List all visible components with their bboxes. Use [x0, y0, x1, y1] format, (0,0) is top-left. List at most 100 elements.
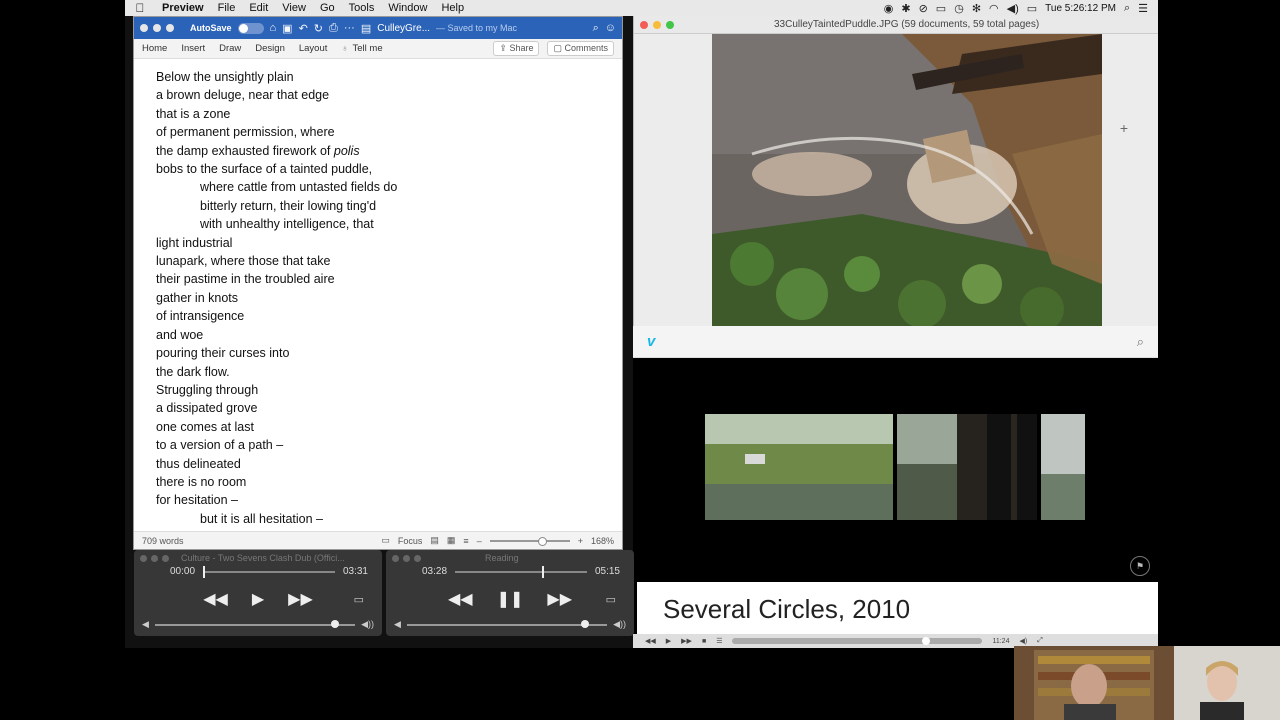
- qt2-airplay-icon[interactable]: ▭: [606, 593, 616, 606]
- vimeo-logo-icon[interactable]: v: [647, 333, 655, 350]
- play-icon[interactable]: ▶: [666, 637, 671, 645]
- tab-home[interactable]: Home: [142, 43, 167, 54]
- video-progress[interactable]: [732, 637, 983, 645]
- document-body[interactable]: Below the unsightly plain a brown deluge,…: [134, 60, 622, 530]
- qt1-volume-slider[interactable]: [154, 619, 356, 628]
- autosave-toggle[interactable]: [237, 22, 264, 34]
- tell-me-field[interactable]: Tell me: [353, 43, 383, 54]
- focus-label[interactable]: Focus: [398, 536, 423, 546]
- comments-button[interactable]: ▢ Comments: [547, 41, 614, 56]
- poem-line: with unhealthy intelligence, that: [156, 215, 622, 233]
- fast-forward-icon[interactable]: ▶▶: [681, 637, 692, 645]
- menubar-clock[interactable]: Tue 5:26:12 PM: [1045, 3, 1116, 14]
- qt2-volume-slider[interactable]: [406, 619, 608, 628]
- zoom-out-button[interactable]: –: [477, 536, 482, 546]
- qt2-fast-forward-icon[interactable]: ▶▶: [547, 589, 572, 609]
- undo-icon[interactable]: ↶: [299, 22, 308, 35]
- spotlight-search-icon[interactable]: ⌕: [1124, 2, 1130, 15]
- status-battery-icon[interactable]: ▭: [1027, 2, 1037, 15]
- tab-insert[interactable]: Insert: [181, 43, 205, 54]
- more-icon[interactable]: ···: [344, 22, 355, 34]
- status-display-icon[interactable]: ▭: [936, 2, 946, 15]
- status-sync-icon[interactable]: ⊘: [919, 2, 928, 15]
- qt1-volume-knob[interactable]: [331, 619, 340, 628]
- search-icon[interactable]: ⌕: [593, 22, 599, 35]
- qt2-close-button[interactable]: [392, 554, 399, 562]
- vimeo-search-icon[interactable]: ⌕: [1137, 334, 1144, 350]
- save-icon[interactable]: ▣: [282, 22, 292, 35]
- chapters-icon[interactable]: ☰: [716, 637, 722, 645]
- menu-view[interactable]: View: [275, 2, 313, 14]
- qt1-zoom-button[interactable]: [162, 554, 169, 562]
- vimeo-volume-icon[interactable]: ◀): [1019, 637, 1027, 645]
- video-filmstrip[interactable]: [705, 414, 1085, 520]
- status-bluetooth-icon[interactable]: ✻: [972, 2, 981, 15]
- word-count[interactable]: 709 words: [142, 536, 184, 546]
- preview-zoom-button[interactable]: [666, 20, 674, 29]
- redo-icon[interactable]: ↻: [314, 22, 323, 35]
- stop-icon[interactable]: ■: [702, 638, 706, 645]
- qt2-playhead[interactable]: [542, 565, 545, 578]
- preview-minimize-button[interactable]: [653, 20, 661, 29]
- status-record-icon[interactable]: ◉: [884, 2, 894, 15]
- poem-line: thus delineated: [156, 455, 622, 473]
- word-window: AutoSave ⌂ ▣ ↶ ↻ ⎙ ··· ▤ CulleyGre... — …: [133, 16, 623, 550]
- ribbon-tabs: Home Insert Draw Design Layout ♁ Tell me…: [134, 39, 622, 59]
- qt2-rewind-icon[interactable]: ◀◀: [448, 589, 473, 609]
- notification-center-icon[interactable]: ☰: [1138, 2, 1148, 15]
- poem-line-text: Struggling through: [156, 382, 259, 397]
- qt1-airplay-icon[interactable]: ▭: [354, 593, 364, 606]
- qt1-titlebar: Culture - Two Sevens Clash Dub (Offici..…: [134, 550, 382, 566]
- add-icon[interactable]: +: [1120, 120, 1128, 136]
- apple-menu-icon[interactable]: : [125, 1, 155, 15]
- status-gear-icon[interactable]: ✱: [901, 2, 910, 15]
- menu-edit[interactable]: Edit: [242, 2, 275, 14]
- poem-line: pouring their curses into: [156, 344, 622, 362]
- menu-app-name[interactable]: Preview: [155, 2, 211, 14]
- qt1-fast-forward-icon[interactable]: ▶▶: [288, 589, 313, 609]
- menu-go[interactable]: Go: [313, 2, 342, 14]
- qt1-minimize-button[interactable]: [151, 554, 158, 562]
- qt1-scrubber[interactable]: [203, 565, 335, 578]
- zoom-slider[interactable]: [489, 536, 570, 546]
- focus-icon[interactable]: ▭: [381, 535, 390, 546]
- share-button[interactable]: ⇪ Share: [493, 41, 540, 56]
- print-icon[interactable]: ⎙: [329, 22, 338, 35]
- qt2-minimize-button[interactable]: [403, 554, 410, 562]
- flag-icon[interactable]: ⚑: [1130, 556, 1150, 576]
- qt1-rewind-icon[interactable]: ◀◀: [203, 589, 228, 609]
- word-titlebar: AutoSave ⌂ ▣ ↶ ↻ ⎙ ··· ▤ CulleyGre... — …: [134, 17, 622, 39]
- web-layout-icon[interactable]: ▦: [447, 535, 456, 546]
- poem-line-text: a brown deluge, near that edge: [156, 88, 330, 103]
- qt1-play-icon[interactable]: ▶: [252, 589, 264, 609]
- qt2-pause-icon[interactable]: ❚❚: [497, 589, 524, 609]
- print-layout-icon[interactable]: ▤: [430, 535, 439, 546]
- poem-line: light industrial: [156, 234, 622, 252]
- fullscreen-icon[interactable]: ⤢: [1037, 637, 1043, 645]
- menu-help[interactable]: Help: [434, 2, 471, 14]
- smiley-icon[interactable]: ☺: [605, 22, 616, 34]
- outline-icon[interactable]: ≡: [463, 536, 468, 546]
- qt1-playhead[interactable]: [203, 565, 206, 578]
- rewind-icon[interactable]: ◀◀: [645, 637, 656, 645]
- home-icon[interactable]: ⌂: [270, 22, 277, 34]
- preview-close-button[interactable]: [640, 20, 648, 29]
- poem-line-text: and woe: [156, 327, 204, 342]
- menu-window[interactable]: Window: [381, 2, 434, 14]
- status-wifi-icon[interactable]: ◠: [989, 2, 999, 15]
- qt1-close-button[interactable]: [140, 554, 147, 562]
- qt2-scrubber[interactable]: [455, 565, 587, 578]
- tab-layout[interactable]: Layout: [299, 43, 328, 54]
- qt2-volume-knob[interactable]: [581, 619, 590, 628]
- zoom-window-button[interactable]: [166, 24, 174, 32]
- tab-draw[interactable]: Draw: [219, 43, 241, 54]
- tab-design[interactable]: Design: [255, 43, 285, 54]
- close-window-button[interactable]: [140, 24, 148, 32]
- minimize-window-button[interactable]: [153, 24, 161, 32]
- menu-tools[interactable]: Tools: [342, 2, 382, 14]
- menu-file[interactable]: File: [211, 2, 243, 14]
- status-volume-icon[interactable]: ◀): [1007, 2, 1019, 15]
- qt2-zoom-button[interactable]: [414, 554, 421, 562]
- zoom-in-button[interactable]: +: [578, 536, 583, 546]
- status-time-machine-icon[interactable]: ◷: [954, 2, 964, 15]
